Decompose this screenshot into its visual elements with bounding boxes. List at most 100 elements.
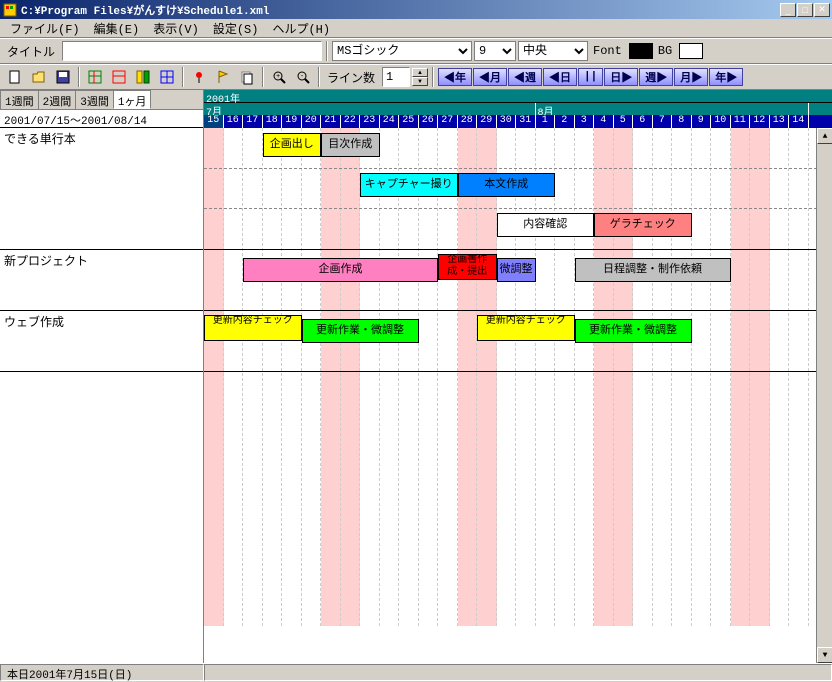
titlebar: C:¥Program Files¥がんすけ¥Schedule1.xml _ □ … — [0, 0, 832, 19]
close-button[interactable]: ✕ — [814, 3, 830, 17]
day-cell[interactable]: 16 — [224, 115, 244, 128]
bg-color-swatch[interactable] — [679, 43, 703, 59]
font-color-swatch[interactable] — [629, 43, 653, 59]
grid-icon-1[interactable] — [84, 66, 106, 88]
day-cell[interactable]: 20 — [302, 115, 322, 128]
year-row: 2001年 — [204, 90, 832, 103]
copy-icon[interactable] — [236, 66, 258, 88]
scroll-down-icon[interactable]: ▼ — [817, 647, 832, 663]
menu-help[interactable]: ヘルプ(H) — [266, 18, 336, 39]
day-cell[interactable]: 30 — [497, 115, 517, 128]
gantt-bar[interactable]: 企画作成 — [243, 258, 438, 282]
day-cell[interactable]: 26 — [419, 115, 439, 128]
menu-settings[interactable]: 設定(S) — [207, 18, 265, 39]
vertical-scrollbar[interactable]: ▲ ▼ — [816, 128, 832, 663]
day-cell[interactable]: 14 — [789, 115, 809, 128]
separator — [182, 67, 184, 87]
grid-icon-2[interactable] — [108, 66, 130, 88]
gantt-bar[interactable]: 日程調整・制作依頼 — [575, 258, 731, 282]
gantt-bar[interactable]: 企画出し — [263, 133, 322, 157]
day-cell[interactable]: 12 — [750, 115, 770, 128]
day-cell[interactable]: 4 — [594, 115, 614, 128]
day-cell[interactable]: 19 — [282, 115, 302, 128]
project-item[interactable]: ウェブ作成 — [0, 311, 203, 372]
project-item[interactable]: 新プロジェクト — [0, 250, 203, 311]
day-cell[interactable]: 28 — [458, 115, 478, 128]
day-cell[interactable]: 22 — [341, 115, 361, 128]
scroll-up-icon[interactable]: ▲ — [817, 128, 832, 144]
gantt-body[interactable]: 企画出し目次作成キャプチャー撮り本文作成内容確認ゲラチェック企画作成企画書作成・… — [204, 128, 832, 626]
statusbar: 本日2001年7月15日(日) — [0, 663, 832, 681]
window-title: C:¥Program Files¥がんすけ¥Schedule1.xml — [21, 2, 780, 18]
day-cell[interactable]: 23 — [360, 115, 380, 128]
nav-day-next[interactable]: 日▶ — [604, 68, 638, 86]
gantt-bar[interactable]: 微調整 — [497, 258, 536, 282]
open-file-icon[interactable] — [28, 66, 50, 88]
spin-up[interactable]: ▲ — [412, 68, 428, 77]
tab-1week[interactable]: 1週間 — [0, 90, 39, 109]
size-select[interactable]: 9 — [474, 41, 516, 61]
nav-today[interactable]: || — [578, 68, 603, 86]
day-cell[interactable]: 10 — [711, 115, 731, 128]
day-cell[interactable]: 17 — [243, 115, 263, 128]
day-cell[interactable]: 18 — [263, 115, 283, 128]
day-cell[interactable]: 15 — [204, 115, 224, 128]
gantt-bar[interactable]: 内容確認 — [497, 213, 595, 237]
day-cell[interactable]: 2 — [555, 115, 575, 128]
grid-icon-4[interactable] — [156, 66, 178, 88]
save-icon[interactable] — [52, 66, 74, 88]
nav-week-next[interactable]: 週▶ — [639, 68, 673, 86]
spin-down[interactable]: ▼ — [412, 77, 428, 86]
day-cell[interactable]: 29 — [477, 115, 497, 128]
day-cell[interactable]: 11 — [731, 115, 751, 128]
day-cell[interactable]: 27 — [438, 115, 458, 128]
gantt-bar[interactable]: ゲラチェック — [594, 213, 692, 237]
title-input[interactable] — [62, 41, 322, 61]
nav-month-next[interactable]: 月▶ — [674, 68, 708, 86]
menu-edit[interactable]: 編集(E) — [88, 18, 146, 39]
day-cell[interactable]: 6 — [633, 115, 653, 128]
day-cell[interactable]: 25 — [399, 115, 419, 128]
gantt-bar[interactable]: 目次作成 — [321, 133, 380, 157]
day-cell[interactable]: 13 — [770, 115, 790, 128]
tab-2week[interactable]: 2週間 — [38, 90, 77, 109]
day-cell[interactable]: 8 — [672, 115, 692, 128]
zoom-out-icon[interactable]: - — [292, 66, 314, 88]
gantt-bar[interactable]: 更新作業・微調整 — [575, 319, 692, 343]
tab-3week[interactable]: 3週間 — [75, 90, 114, 109]
project-item[interactable]: できる単行本 — [0, 128, 203, 250]
tab-1month[interactable]: 1ヶ月 — [113, 90, 152, 109]
day-cell[interactable]: 5 — [614, 115, 634, 128]
gantt-bar[interactable]: 更新作業・微調整 — [302, 319, 419, 343]
nav-month-prev[interactable]: ◀月 — [473, 68, 507, 86]
grid-icon-3[interactable] — [132, 66, 154, 88]
nav-year-prev[interactable]: ◀年 — [438, 68, 472, 86]
pin-icon[interactable] — [188, 66, 210, 88]
menu-view[interactable]: 表示(V) — [147, 18, 205, 39]
day-cell[interactable]: 7 — [653, 115, 673, 128]
day-cell[interactable]: 31 — [516, 115, 536, 128]
nav-day-prev[interactable]: ◀日 — [543, 68, 577, 86]
gantt-bar[interactable]: キャプチャー撮り — [360, 173, 458, 197]
maximize-button[interactable]: □ — [797, 3, 813, 17]
day-cell[interactable]: 9 — [692, 115, 712, 128]
month-row: 7月8月 — [204, 103, 832, 115]
font-select[interactable]: MSゴシック — [332, 41, 472, 61]
nav-week-prev[interactable]: ◀週 — [508, 68, 542, 86]
day-cell[interactable]: 1 — [536, 115, 556, 128]
lines-input[interactable] — [382, 67, 410, 87]
align-select[interactable]: 中央 — [518, 41, 588, 61]
gantt-bar[interactable]: 企画書作成・提出 — [438, 254, 497, 280]
gantt-bar[interactable]: 更新内容チェック — [477, 315, 575, 341]
gantt-bar[interactable]: 本文作成 — [458, 173, 556, 197]
new-file-icon[interactable] — [4, 66, 26, 88]
nav-year-next[interactable]: 年▶ — [709, 68, 743, 86]
day-cell[interactable]: 3 — [575, 115, 595, 128]
flag-icon[interactable] — [212, 66, 234, 88]
gantt-bar[interactable]: 更新内容チェック — [204, 315, 302, 341]
day-cell[interactable]: 21 — [321, 115, 341, 128]
zoom-in-icon[interactable]: + — [268, 66, 290, 88]
menu-file[interactable]: ファイル(F) — [4, 18, 86, 39]
day-cell[interactable]: 24 — [380, 115, 400, 128]
minimize-button[interactable]: _ — [780, 3, 796, 17]
